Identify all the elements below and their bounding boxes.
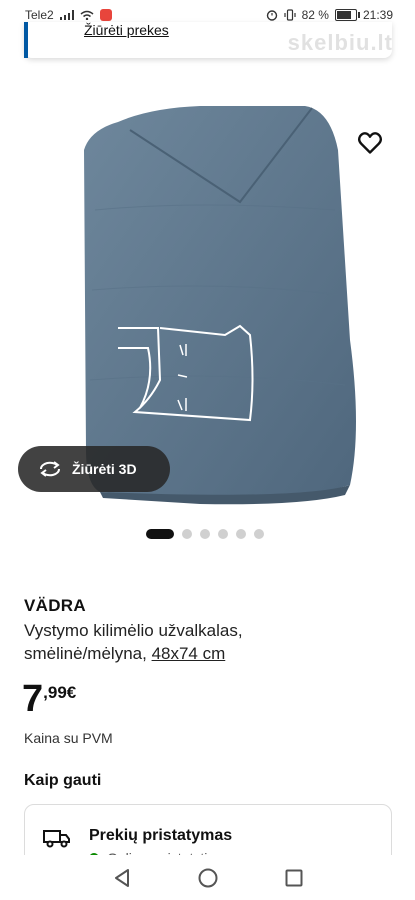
alarm-icon: [266, 10, 277, 21]
notification-app-icon: [99, 9, 112, 21]
wifi-icon: [80, 10, 94, 20]
product-size-link[interactable]: 48x74 cm: [152, 644, 226, 663]
view-products-link[interactable]: Žiūrėti prekes: [84, 22, 169, 38]
product-description: Vystymo kilimėlio užvalkalas, smėlinė/mė…: [24, 619, 354, 665]
image-carousel-indicator: [146, 529, 264, 539]
price-decimal: ,99: [43, 683, 67, 702]
system-navigation-bar: [0, 855, 415, 900]
battery-percent: 82 %: [301, 8, 329, 22]
rotate-icon: [40, 461, 60, 477]
carousel-dot-3[interactable]: [200, 529, 210, 539]
watermark: skelbiu.lt: [287, 30, 393, 55]
card-accent-bar: [24, 22, 28, 58]
view-3d-button[interactable]: Žiūrėti 3D: [18, 446, 170, 492]
status-right: 82 % 21:39: [266, 8, 393, 22]
view-3d-label: Žiūrėti 3D: [72, 461, 137, 477]
carousel-dot-1[interactable]: [146, 529, 174, 539]
delivery-title: Prekių pristatymas: [89, 827, 233, 844]
product-price: 7 ,99 €: [22, 680, 76, 718]
carousel-dot-2[interactable]: [182, 529, 192, 539]
price-integer: 7: [22, 678, 44, 720]
home-circle-icon: [198, 868, 217, 887]
carousel-dot-5[interactable]: [236, 529, 246, 539]
carousel-dot-6[interactable]: [254, 529, 264, 539]
home-button[interactable]: [196, 866, 220, 890]
status-left: Tele2: [25, 8, 112, 22]
price-currency: €: [66, 683, 77, 702]
vibrate-icon: [284, 9, 296, 21]
carrier-label: Tele2: [25, 8, 54, 22]
recent-square-icon: [285, 869, 302, 886]
how-to-get-heading: Kaip gauti: [24, 772, 102, 789]
vat-note: Kaina su PVM: [24, 730, 113, 746]
battery-icon: [334, 9, 360, 21]
clock: 21:39: [362, 8, 393, 22]
carousel-dot-4[interactable]: [218, 529, 228, 539]
product-name: VÄDRA: [24, 596, 86, 615]
signal-icon: [59, 10, 74, 20]
recent-apps-button[interactable]: [282, 866, 306, 890]
heart-icon[interactable]: [356, 128, 384, 156]
truck-icon: [43, 830, 70, 848]
back-button[interactable]: [110, 866, 134, 890]
back-triangle-icon: [114, 868, 129, 887]
